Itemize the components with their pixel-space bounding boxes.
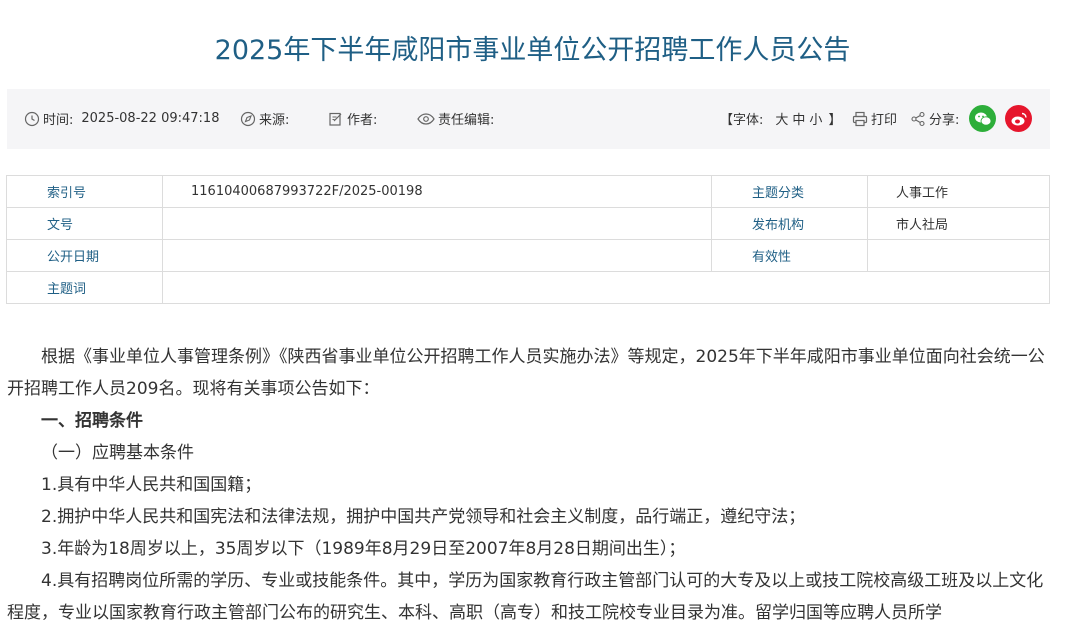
print-button[interactable]: 打印: [852, 109, 897, 128]
table-row: 文号 发布机构 市人社局: [6, 207, 1050, 240]
article-meta-bar: 时间: 2025-08-22 09:47:18 来源: 作者: 责任编辑: 【字…: [7, 89, 1050, 149]
time-label: 时间:: [43, 113, 74, 128]
author-label: 作者:: [347, 113, 378, 128]
keywords-value: [162, 271, 1050, 304]
font-size-large[interactable]: 大: [775, 109, 788, 128]
share-label: 分享:: [929, 113, 960, 128]
metadata-table: 索引号 11610400687993722F/2025-00198 主题分类 人…: [6, 175, 1050, 304]
validity-label: 有效性: [711, 239, 868, 272]
topic-category-label: 主题分类: [711, 175, 868, 208]
font-size-switcher: 【字体: 大 中 小 】: [720, 109, 841, 128]
index-number-value: 11610400687993722F/2025-00198: [162, 175, 712, 208]
document-number-value: [162, 207, 712, 240]
weibo-icon: [1011, 112, 1027, 125]
font-size-medium[interactable]: 中: [792, 109, 805, 128]
printer-icon: [852, 111, 868, 127]
author: 作者:: [328, 109, 377, 128]
article-body: 根据《事业单位人事管理条例》《陕西省事业单位公开招聘工作人员实施办法》等规定，2…: [7, 341, 1052, 629]
editor-label: 责任编辑:: [438, 113, 495, 128]
document-number-label: 文号: [6, 207, 163, 240]
section-heading: 一、招聘条件: [41, 411, 143, 431]
table-row: 公开日期 有效性: [6, 239, 1050, 272]
validity-value: [867, 239, 1050, 272]
list-item: 1.具有中华人民共和国国籍；: [41, 475, 262, 495]
publisher-value: 市人社局: [867, 207, 1050, 240]
list-item: 4.具有招聘岗位所需的学历、专业或技能条件。其中，学历为国家教育行政主管部门认可…: [7, 571, 1044, 623]
wechat-share-button[interactable]: [969, 105, 996, 132]
publish-date-label: 公开日期: [6, 239, 163, 272]
edit-icon: [328, 111, 344, 127]
publish-date-value: [162, 239, 712, 272]
keywords-label: 主题词: [6, 271, 163, 304]
index-number-label: 索引号: [6, 175, 163, 208]
weibo-share-button[interactable]: [1005, 105, 1032, 132]
eye-icon: [417, 111, 435, 127]
table-row: 主题词: [6, 271, 1050, 304]
font-size-bracket: 】: [828, 113, 842, 128]
article-title: 2025年下半年咸阳市事业单位公开招聘工作人员公告: [214, 35, 851, 66]
font-size-label: 【字体:: [720, 113, 764, 128]
list-item: 3.年龄为18周岁以上，35周岁以下（1989年8月29日至2007年8月28日…: [41, 539, 686, 559]
compass-icon: [240, 111, 256, 127]
time-value: 2025-08-22 09:47:18: [81, 111, 220, 126]
table-row: 索引号 11610400687993722F/2025-00198 主题分类 人…: [6, 175, 1050, 208]
editor: 责任编辑:: [417, 109, 494, 128]
source-label: 来源:: [259, 113, 290, 128]
clock-icon: [24, 111, 40, 127]
font-size-small[interactable]: 小: [809, 109, 822, 128]
publish-time: 时间: 2025-08-22 09:47:18: [24, 109, 219, 128]
intro-paragraph: 根据《事业单位人事管理条例》《陕西省事业单位公开招聘工作人员实施办法》等规定，2…: [7, 347, 1045, 399]
share: 分享:: [910, 109, 959, 128]
print-label: 打印: [871, 113, 898, 128]
list-item: 2.拥护中华人民共和国宪法和法律法规，拥护中国共产党领导和社会主义制度，品行端正…: [41, 507, 806, 527]
wechat-icon: [974, 112, 991, 126]
subsection-heading: （一）应聘基本条件: [41, 443, 194, 463]
topic-category-value: 人事工作: [867, 175, 1050, 208]
source: 来源:: [240, 109, 289, 128]
share-icon: [910, 111, 926, 127]
publisher-label: 发布机构: [711, 207, 868, 240]
